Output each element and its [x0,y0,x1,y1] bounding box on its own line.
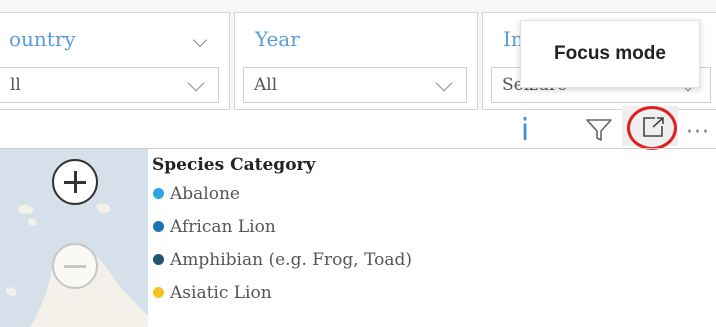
filter-icon[interactable] [585,118,613,146]
legend-label: Amphibian (e.g. Frog, Toad) [170,249,413,270]
slicer-year[interactable]: Year All [234,12,478,110]
year-dropdown-value: All [254,75,278,95]
legend-label: African Lion [170,216,276,237]
chevron-down-icon [187,74,205,92]
legend-item[interactable]: Amphibian (e.g. Frog, Toad) [152,243,412,276]
info-icon[interactable]: i [516,112,534,150]
legend-dot [153,254,164,265]
legend-title: Species Category [152,155,316,175]
focus-mode-highlight-ring [627,106,677,150]
legend-label: Asiatic Lion [170,282,272,303]
legend-dot [153,287,164,298]
legend-item[interactable]: Asiatic Lion [152,276,412,309]
country-dropdown-value: ll [10,75,21,95]
chevron-down-icon [435,74,453,92]
zoom-in-button[interactable] [52,159,98,205]
country-dropdown[interactable]: ll [0,67,219,103]
legend-label: Abalone [170,183,240,204]
focus-mode-tooltip: Focus mode [520,20,700,88]
slicer-country[interactable]: ountry ll [0,12,230,110]
legend-dot [153,221,164,232]
zoom-out-button[interactable] [52,243,98,289]
slicer-country-title: ountry [9,27,76,51]
legend-item[interactable]: African Lion [152,210,412,243]
map-canvas[interactable] [0,149,148,327]
legend-dot [153,188,164,199]
minus-icon [64,265,86,268]
chevron-down-icon[interactable] [192,32,208,48]
legend-item[interactable]: Abalone [152,177,412,210]
slicer-year-title: Year [255,27,300,51]
year-dropdown[interactable]: All [243,67,467,103]
more-options-icon[interactable]: ··· [686,120,710,145]
species-legend: Species Category Abalone African Lion Am… [152,155,412,309]
